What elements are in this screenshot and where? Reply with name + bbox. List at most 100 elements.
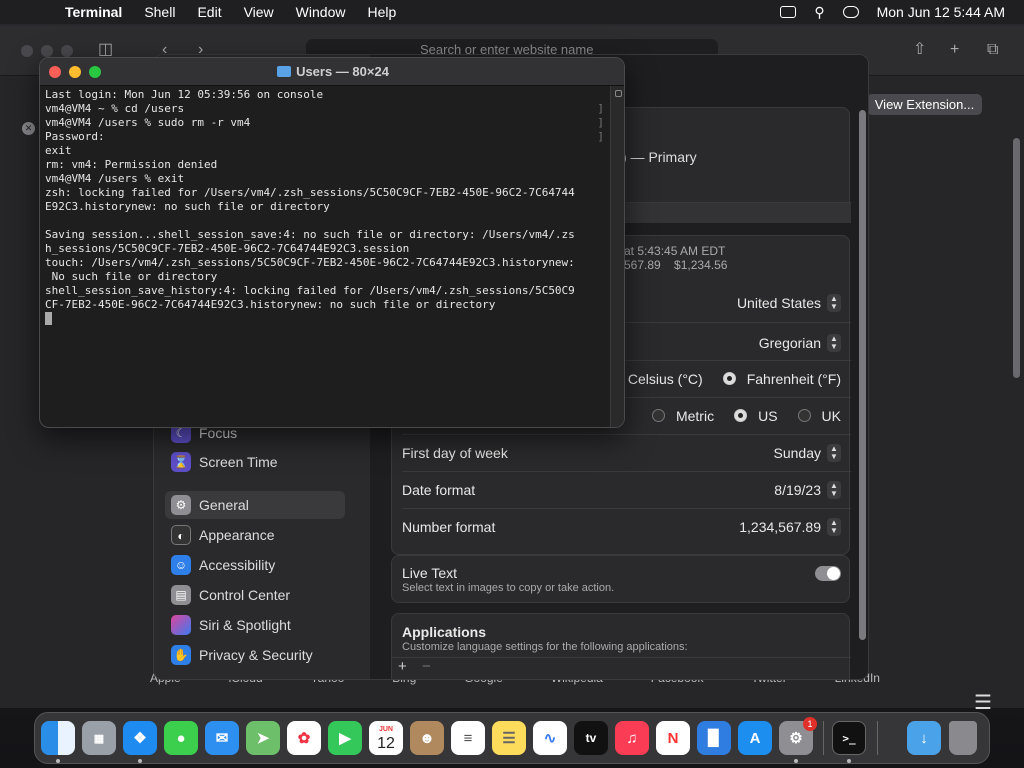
maps-icon[interactable]: ➤ [246,721,280,755]
safari-scrollbar[interactable] [1013,138,1020,378]
add-app-icon[interactable]: + [398,658,407,675]
news-icon[interactable]: N [656,721,690,755]
menu-edit[interactable]: Edit [186,4,232,20]
sidebar-item-label: Screen Time [199,454,278,470]
app-store-icon[interactable]: A [738,721,772,755]
menu-window[interactable]: Window [285,4,357,20]
finder-icon[interactable] [41,721,75,755]
tv-label: tv [585,731,597,745]
menu-view[interactable]: View [233,4,285,20]
terminal-line: h_sessions/5C50C9CF-7EB2-450E-96C2-7C647… [45,242,410,255]
terminal-line: Password: [45,130,105,143]
launchpad-icon[interactable]: ▦ [82,721,116,755]
view-extension-button[interactable]: View Extension... [867,94,982,115]
date-preview: at 5:43:45 AM EDT [624,244,726,258]
menu-app-name[interactable]: Terminal [54,4,133,20]
terminal-line: zsh: locking failed for /Users/vm4/.zsh_… [45,186,575,199]
screen-mirroring-icon[interactable] [780,6,797,18]
keynote-icon[interactable]: ▉ [697,721,731,755]
stepper-icon[interactable]: ▲ ▼ [827,293,841,312]
number-format-label: Number format [402,518,496,535]
number-format-row[interactable]: Number format 1,234,567.89 ▲ ▼ [392,508,851,545]
terminal-icon[interactable]: >_ [832,721,866,755]
safari-zoom-button[interactable] [61,45,73,57]
new-tab-icon[interactable]: + [950,42,966,58]
date-format-row[interactable]: Date format 8/19/23 ▲ ▼ [392,471,851,508]
running-indicator [138,759,142,763]
photos-icon[interactable]: ✿ [287,721,321,755]
fahrenheit-label: Fahrenheit (°F) [746,370,841,387]
terminal-line: vm4@VM4 ~ % cd /users [45,102,185,115]
terminal-line: Last login: Mon Jun 12 05:39:56 on conso… [45,88,324,101]
stepper-icon[interactable]: ▲ ▼ [827,480,841,499]
uk-label: UK [821,407,841,424]
tab-overview-icon[interactable]: ⧉ [987,42,1003,58]
calendar-icon[interactable]: JUN 12 [369,721,403,755]
metric-radio[interactable] [651,409,665,422]
terminal-titlebar[interactable]: Users — 80×24 [40,58,624,86]
terminal-output[interactable]: Last login: Mon Jun 12 05:39:56 on conso… [45,88,610,424]
terminal-scrollbar[interactable] [610,86,624,427]
sidebar-item-general[interactable]: ⚙ General [165,491,345,519]
running-indicator [847,759,851,763]
sidebar-item-label: Appearance [199,527,275,543]
trash-icon[interactable] [949,721,977,755]
messages-icon[interactable]: ● [164,721,198,755]
date-format-label: Date format [402,481,476,498]
live-text-description: Select text in images to copy or take ac… [402,582,615,594]
running-indicator [56,759,60,763]
menu-shell[interactable]: Shell [133,4,186,20]
facetime-icon[interactable]: ▶ [328,721,362,755]
menu-clock[interactable]: Mon Jun 12 5:44 AM [877,4,1005,20]
sidebar-item-label: Siri & Spotlight [199,617,291,633]
freeform-icon[interactable]: ∿ [533,721,567,755]
first-day-row[interactable]: First day of week Sunday ▲ ▼ [392,434,851,471]
fahrenheit-radio[interactable] [722,372,736,385]
appearance-icon: ◐ [171,525,191,545]
sidebar-item-control-center[interactable]: ▤ Control Center [165,581,345,609]
celsius-label: Celsius (°C) [627,370,703,387]
sidebar-item-accessibility[interactable]: ☺ Accessibility [165,551,345,579]
reminders-icon[interactable]: ≡ [451,721,485,755]
stepper-icon[interactable]: ▲ ▼ [827,333,841,352]
us-radio[interactable] [734,409,748,422]
safari-icon[interactable]: ❖ [123,721,157,755]
settings-scrollbar[interactable] [859,110,866,640]
sidebar-item-privacy-security[interactable]: ✋ Privacy & Security [165,641,345,669]
close-tab-icon[interactable]: ✕ [22,122,35,135]
downloads-folder-icon[interactable]: ↓ [907,721,941,755]
terminal-line: E92C3.historynew: no such file or direct… [45,200,330,213]
scrollbar-indicator[interactable] [615,90,622,97]
contacts-icon[interactable]: ☻ [410,721,444,755]
stepper-icon[interactable]: ▲ ▼ [827,517,841,536]
safari-close-button[interactable] [21,45,33,57]
dock: ▦ ❖ ● ✉ ➤ ✿ ▶ JUN 12 ☻ ≡ ☰ ∿ tv ♫ N ▉ A … [34,712,990,764]
terminal-line: vm4@VM4 /users % exit [45,172,185,185]
sidebar-item-appearance[interactable]: ◐ Appearance [165,521,345,549]
notes-icon[interactable]: ☰ [492,721,526,755]
uk-radio[interactable] [797,409,811,422]
applications-description: Customize language settings for the foll… [402,641,688,653]
folder-icon [277,66,292,77]
system-settings-icon[interactable]: ⚙ 1 [779,717,817,755]
remove-app-icon[interactable]: − [422,658,431,675]
menu-help[interactable]: Help [356,4,407,20]
music-icon[interactable]: ♫ [615,721,649,755]
safari-minimize-button[interactable] [41,45,53,57]
terminal-line: No such file or directory [45,270,218,283]
mail-icon[interactable]: ✉ [205,721,239,755]
spotlight-search-icon[interactable]: ⚲ [814,4,824,21]
apple-tv-icon[interactable]: tv [574,721,608,755]
first-day-value: Sunday [773,444,821,461]
live-text-toggle[interactable] [815,566,841,581]
stepper-icon[interactable]: ▲ ▼ [827,443,841,462]
terminal-line: touch: /Users/vm4/.zsh_sessions/5C50C9CF… [45,256,575,269]
sidebar-toggle-icon[interactable]: ◫ [98,42,114,58]
terminal-title: Users — 80×24 [40,64,624,79]
sidebar-item-siri-spotlight[interactable]: Siri & Spotlight [165,611,345,639]
share-icon[interactable]: ⇧ [913,42,929,58]
control-center-icon[interactable] [842,6,859,18]
hand-icon: ✋ [171,645,191,665]
sidebar-item-screen-time[interactable]: ⌛ Screen Time [165,448,345,476]
